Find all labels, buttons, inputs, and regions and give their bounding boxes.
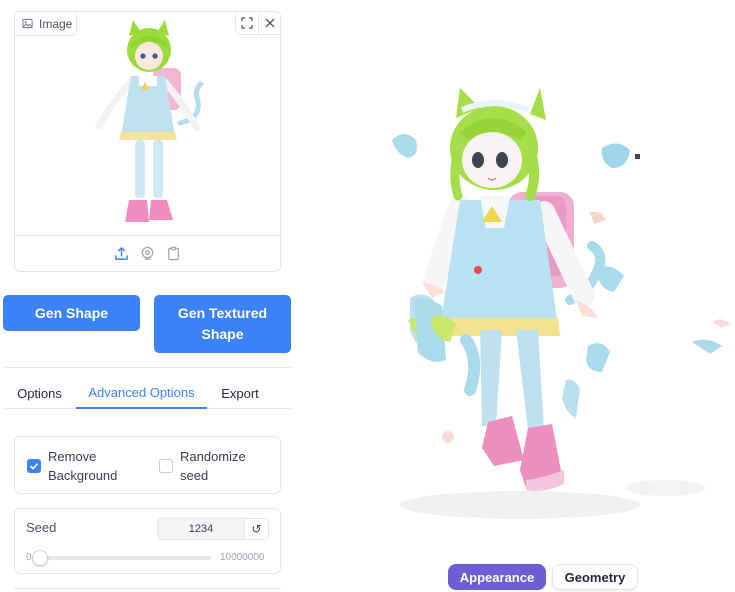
image-corner-buttons bbox=[235, 12, 280, 35]
webcam-icon bbox=[141, 246, 154, 260]
upload-button[interactable] bbox=[114, 246, 130, 262]
close-icon bbox=[265, 18, 274, 28]
remove-background-checkbox[interactable] bbox=[27, 459, 41, 473]
seed-input[interactable]: 1234 bbox=[157, 518, 245, 540]
checkbox-group: Remove Background Randomize seed bbox=[14, 436, 281, 494]
slider-min-label: 0 bbox=[26, 552, 32, 563]
seed-control: Seed 1234 ↺ 0 10000000 bbox=[14, 508, 281, 574]
seed-reset-button[interactable]: ↺ bbox=[245, 518, 269, 540]
section-divider bbox=[3, 367, 291, 368]
next-section-edge bbox=[14, 588, 281, 589]
tab-options[interactable]: Options bbox=[3, 378, 76, 409]
gen-shape-button[interactable]: Gen Shape bbox=[3, 295, 140, 331]
webcam-button[interactable] bbox=[140, 246, 156, 262]
image-input-panel[interactable]: Image bbox=[14, 11, 281, 272]
seed-slider-handle[interactable] bbox=[32, 550, 49, 566]
randomize-seed-checkbox[interactable] bbox=[159, 459, 173, 473]
clear-image-button[interactable] bbox=[258, 12, 280, 34]
randomize-seed-label[interactable]: Randomize seed bbox=[180, 447, 260, 485]
paste-button[interactable] bbox=[166, 246, 182, 262]
model-viewer[interactable]: Appearance Geometry bbox=[330, 0, 735, 592]
checkmark-icon bbox=[29, 463, 39, 470]
fullscreen-icon bbox=[241, 17, 253, 29]
seed-label: Seed bbox=[26, 520, 57, 535]
tab-advanced-options[interactable]: Advanced Options bbox=[76, 378, 207, 409]
slider-max-label: 10000000 bbox=[220, 552, 265, 563]
remove-background-label[interactable]: Remove Background bbox=[48, 447, 138, 485]
image-source-toolbar bbox=[15, 235, 280, 271]
3d-model-render bbox=[392, 88, 730, 519]
geometry-view-button[interactable]: Geometry bbox=[552, 564, 638, 590]
fullscreen-button[interactable] bbox=[236, 12, 258, 34]
image-panel-label: Image bbox=[15, 12, 77, 36]
left-panel: Image Gen Shape Gen Textured Shape Optio… bbox=[0, 0, 295, 592]
image-label-text: Image bbox=[39, 16, 73, 31]
clipboard-icon bbox=[168, 246, 179, 261]
gen-textured-shape-button[interactable]: Gen Textured Shape bbox=[154, 295, 291, 353]
appearance-view-button[interactable]: Appearance bbox=[448, 564, 546, 590]
upload-icon bbox=[115, 246, 128, 260]
options-tabs: Options Advanced Options Export bbox=[3, 378, 291, 409]
image-icon bbox=[22, 18, 33, 29]
input-image-preview bbox=[95, 20, 204, 222]
seed-slider-track[interactable] bbox=[37, 556, 211, 560]
tab-export[interactable]: Export bbox=[207, 378, 273, 409]
